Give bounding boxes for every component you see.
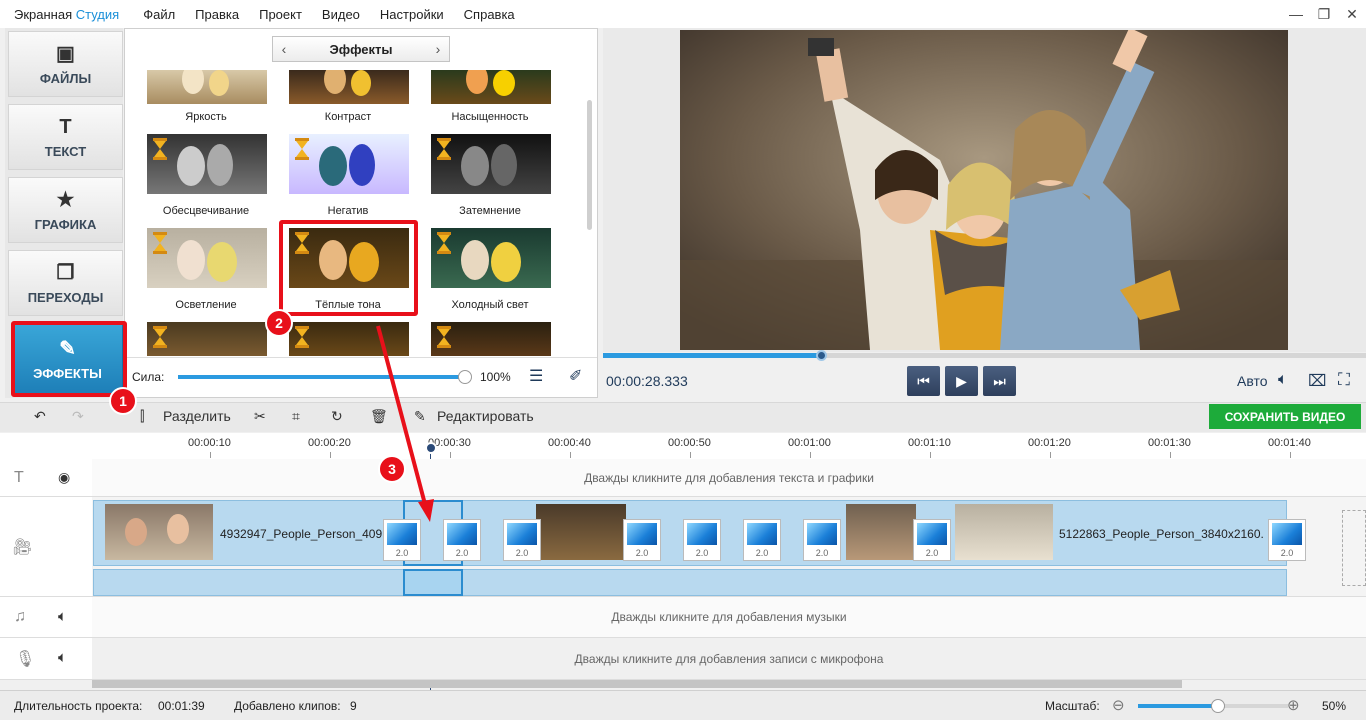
callout-arrowhead <box>418 499 434 522</box>
callout-arrow <box>376 325 428 509</box>
callout-arrow-layer <box>376 325 434 522</box>
